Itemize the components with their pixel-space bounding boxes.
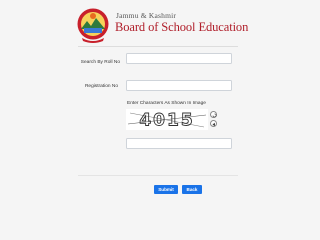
captcha-label: Enter Characters As Shown In Image <box>127 101 206 106</box>
board-title: Board of School Education <box>115 20 249 34</box>
back-button[interactable]: Back <box>182 185 202 194</box>
refresh-icon[interactable] <box>210 111 217 118</box>
page: Jammu & Kashmir Board of School Educatio… <box>0 0 320 213</box>
org-line: Jammu & Kashmir <box>116 11 177 20</box>
result-form: Search By Roll No Registration No Enter … <box>0 48 320 213</box>
form-divider <box>78 175 238 176</box>
roll-number-input[interactable] <box>126 53 232 64</box>
roll-label: Search By Roll No <box>80 60 120 65</box>
header-divider <box>78 46 238 47</box>
audio-icon[interactable] <box>210 120 217 127</box>
registration-number-input[interactable] <box>126 80 232 91</box>
svg-text:4015: 4015 <box>139 111 194 131</box>
captcha-input[interactable] <box>126 138 232 149</box>
submit-button[interactable]: Submit <box>154 185 178 194</box>
captcha-image: 4015 <box>126 109 208 130</box>
header: Jammu & Kashmir Board of School Educatio… <box>0 0 320 50</box>
registration-label: Registration No <box>84 84 118 89</box>
board-logo <box>77 8 109 43</box>
